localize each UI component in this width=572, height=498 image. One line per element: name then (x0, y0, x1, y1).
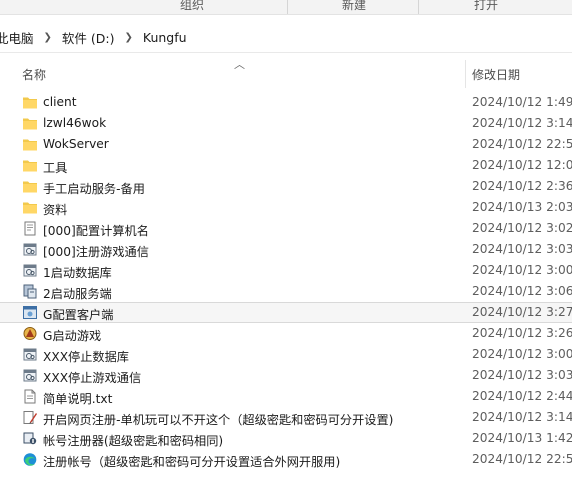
file-name[interactable]: [000]配置计算机名 (43, 221, 149, 239)
folder-icon (22, 137, 38, 152)
file-row[interactable]: 1启动数据库 2024/10/12 3:00 (0, 260, 572, 281)
file-modified-date: 2024/10/13 2:03 (472, 200, 572, 214)
file-row[interactable]: [000]注册游戏通信 2024/10/12 3:03 (0, 239, 572, 260)
ribbon-separator (287, 0, 288, 14)
file-row[interactable]: 资料 2024/10/13 2:03 (0, 197, 572, 218)
file-modified-date: 2024/10/13 1:42 (472, 431, 572, 445)
file-row[interactable]: WokServer 2024/10/12 22:53 (0, 134, 572, 155)
server-app-icon (22, 284, 38, 299)
file-list: client 2024/10/12 1:49 lzwl46wok 2024/10/1… (0, 92, 572, 470)
file-row[interactable]: [000]配置计算机名 2024/10/12 3:02 (0, 218, 572, 239)
column-name[interactable]: 名称 (22, 66, 46, 83)
register-tool-icon (22, 431, 38, 446)
file-modified-date: 2024/10/12 3:03 (472, 242, 572, 256)
file-name[interactable]: G启动游戏 (43, 326, 101, 344)
file-name[interactable]: 注册帐号（超级密匙和密码可分开设置适合外网开服用) (43, 452, 340, 470)
script-icon (22, 221, 38, 236)
address-bar[interactable]: 此电脑 ❯ 软件 (D:) ❯ Kungfu (0, 22, 572, 53)
file-modified-date: 2024/10/12 3:00 (472, 347, 572, 361)
column-divider[interactable] (465, 60, 466, 88)
file-modified-date: 2024/10/12 22:54 (472, 452, 572, 466)
file-row[interactable]: 注册帐号（超级密匙和密码可分开设置适合外网开服用) 2024/10/12 22:5… (0, 449, 572, 470)
file-name[interactable]: 资料 (43, 200, 67, 218)
file-row[interactable]: client 2024/10/12 1:49 (0, 92, 572, 113)
file-name[interactable]: 手工启动服务-备用 (43, 179, 145, 197)
web-register-icon (22, 410, 38, 425)
breadcrumb-drive-d[interactable]: 软件 (D:) (58, 28, 119, 47)
batch-icon (22, 347, 38, 362)
file-modified-date: 2024/10/12 1:49 (472, 95, 572, 109)
file-name[interactable]: client (43, 95, 76, 109)
breadcrumb-this-pc[interactable]: 此电脑 (0, 28, 38, 47)
file-modified-date: 2024/10/12 3:03 (472, 368, 572, 382)
file-row[interactable]: XXX停止游戏通信 2024/10/12 3:03 (0, 365, 572, 386)
batch-icon (22, 263, 38, 278)
file-name[interactable]: G配置客户端 (43, 305, 113, 323)
file-name[interactable]: XXX停止游戏通信 (43, 368, 141, 386)
batch-icon (22, 368, 38, 383)
file-row[interactable]: XXX停止数据库 2024/10/12 3:00 (0, 344, 572, 365)
file-modified-date: 2024/10/12 3:00 (472, 263, 572, 277)
file-name[interactable]: 1启动数据库 (43, 263, 112, 281)
config-app-icon (22, 305, 38, 320)
file-row[interactable]: 手工启动服务-备用 2024/10/12 2:36 (0, 176, 572, 197)
file-name[interactable]: XXX停止数据库 (43, 347, 129, 365)
file-modified-date: 2024/10/12 3:14 (472, 410, 572, 424)
file-modified-date: 2024/10/12 2:44 (472, 389, 572, 403)
batch-icon (22, 242, 38, 257)
file-name[interactable]: [000]注册游戏通信 (43, 242, 149, 260)
folder-icon (22, 179, 38, 194)
sort-up-icon: ︿ (234, 58, 245, 71)
file-modified-date: 2024/10/12 22:53 (472, 137, 572, 151)
file-modified-date: 2024/10/12 2:36 (472, 179, 572, 193)
ribbon: 组织 新建 打开 (0, 0, 572, 15)
file-row[interactable]: 开启网页注册-单机玩可以不开这个（超级密匙和密码可分开设置) 2024/10/12… (0, 407, 572, 428)
folder-icon (22, 200, 38, 215)
file-row[interactable]: G启动游戏 2024/10/12 3:26 (0, 323, 572, 344)
file-row[interactable]: lzwl46wok 2024/10/12 3:14 (0, 113, 572, 134)
folder-icon (22, 158, 38, 173)
ribbon-group-open[interactable]: 打开 (474, 0, 498, 13)
folder-icon (22, 95, 38, 110)
file-name[interactable]: 2启动服务端 (43, 284, 112, 302)
file-modified-date: 2024/10/12 12:00 (472, 158, 572, 172)
column-header: ︿ 名称 修改日期 (0, 58, 572, 88)
file-name[interactable]: 开启网页注册-单机玩可以不开这个（超级密匙和密码可分开设置) (43, 410, 393, 428)
edge-icon (22, 452, 38, 467)
file-row[interactable]: G配置客户端 2024/10/12 3:27 (0, 302, 572, 323)
file-modified-date: 2024/10/12 3:06 (472, 284, 572, 298)
file-name[interactable]: 帐号注册器(超级密匙和密码相同) (43, 431, 223, 449)
game-app-icon (22, 326, 38, 341)
file-row[interactable]: 简单说明.txt 2024/10/12 2:44 (0, 386, 572, 407)
chevron-right-icon[interactable]: ❯ (38, 32, 58, 43)
file-name[interactable]: 简单说明.txt (43, 389, 112, 407)
ribbon-separator (418, 0, 419, 14)
file-row[interactable]: 帐号注册器(超级密匙和密码相同) 2024/10/13 1:42 (0, 428, 572, 449)
file-name[interactable]: 工具 (43, 158, 67, 176)
ribbon-group-organize[interactable]: 组织 (180, 0, 204, 13)
file-row[interactable]: 工具 2024/10/12 12:00 (0, 155, 572, 176)
chevron-right-icon[interactable]: ❯ (118, 32, 138, 43)
file-modified-date: 2024/10/12 3:14 (472, 116, 572, 130)
column-modified-date[interactable]: 修改日期 (472, 66, 520, 83)
file-name[interactable]: WokServer (43, 137, 109, 151)
ribbon-group-new[interactable]: 新建 (342, 0, 366, 13)
folder-icon (22, 116, 38, 131)
file-modified-date: 2024/10/12 3:26 (472, 326, 572, 340)
file-modified-date: 2024/10/12 3:27 (472, 305, 572, 319)
file-modified-date: 2024/10/12 3:02 (472, 221, 572, 235)
text-file-icon (22, 389, 38, 404)
file-row[interactable]: 2启动服务端 2024/10/12 3:06 (0, 281, 572, 302)
breadcrumb-kungfu[interactable]: Kungfu (139, 30, 191, 45)
file-name[interactable]: lzwl46wok (43, 116, 106, 130)
